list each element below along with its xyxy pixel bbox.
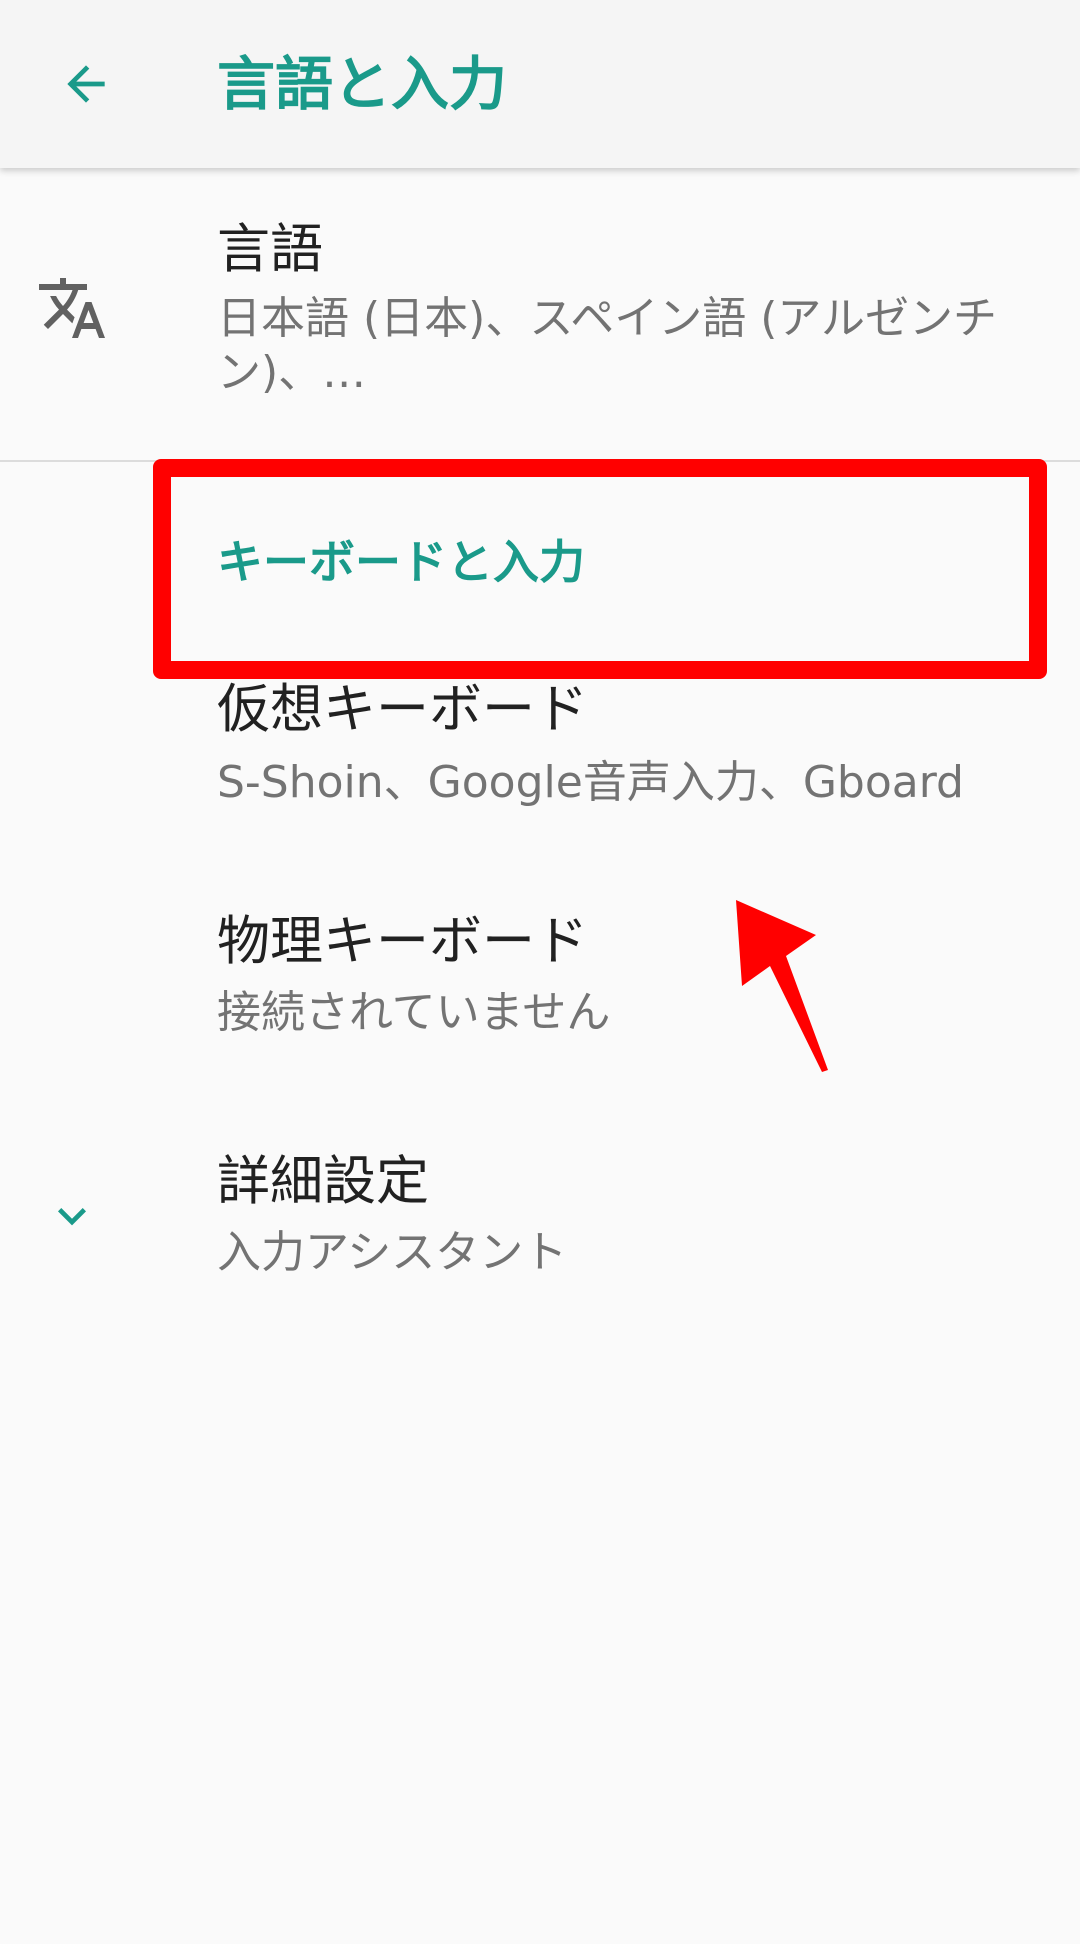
virtual-keyboard-title: 仮想キーボード <box>217 679 588 740</box>
chevron-down-icon <box>44 1188 100 1244</box>
translate-icon <box>36 272 108 344</box>
arrow-back-icon <box>67 65 105 103</box>
language-title: 言語 <box>217 219 323 280</box>
language-item[interactable]: 言語 日本語 (日本)、スペイン語 (アルゼンチン)、… <box>0 168 1080 458</box>
virtual-keyboard-item[interactable]: 仮想キーボード S-Shoin、Google音声入力、Gboard <box>0 638 1080 838</box>
language-summary: 日本語 (日本)、スペイン語 (アルゼンチン)、… <box>217 293 997 398</box>
virtual-keyboard-summary: S-Shoin、Google音声入力、Gboard <box>217 757 964 808</box>
app-bar: 言語と入力 <box>0 0 1080 168</box>
physical-keyboard-title: 物理キーボード <box>217 911 588 972</box>
advanced-summary: 入力アシスタント <box>217 1227 568 1278</box>
divider <box>0 460 1080 462</box>
back-button[interactable] <box>38 36 134 132</box>
advanced-item[interactable]: 詳細設定 入力アシスタント <box>0 1108 1080 1328</box>
section-header-keyboard-input: キーボードと入力 <box>217 535 585 589</box>
page-title: 言語と入力 <box>217 50 508 118</box>
physical-keyboard-summary: 接続されていません <box>217 987 611 1038</box>
advanced-title: 詳細設定 <box>217 1151 429 1212</box>
settings-list: 言語 日本語 (日本)、スペイン語 (アルゼンチン)、… キーボードと入力 仮想… <box>0 168 1080 1944</box>
physical-keyboard-item[interactable]: 物理キーボード 接続されていません <box>0 868 1080 1088</box>
